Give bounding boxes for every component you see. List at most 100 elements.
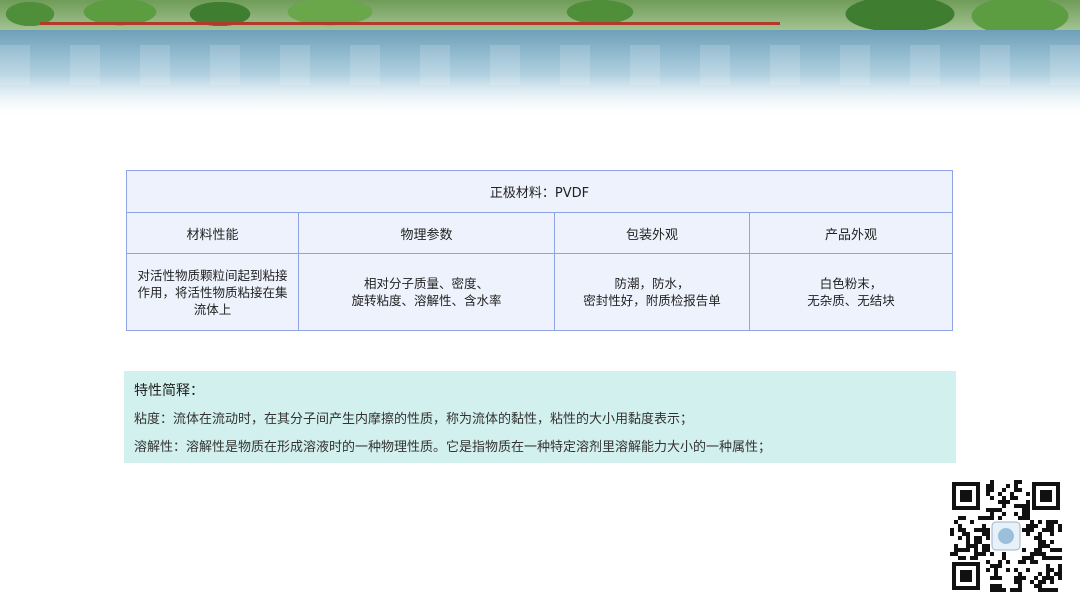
qr-module: [1058, 576, 1062, 580]
qr-module: [1002, 496, 1006, 500]
qr-module: [974, 536, 978, 540]
qr-module: [1038, 544, 1042, 548]
qr-module: [1022, 528, 1026, 532]
qr-module: [970, 556, 974, 560]
qr-module: [1002, 556, 1006, 560]
qr-module: [1014, 568, 1018, 572]
qr-module: [962, 516, 966, 520]
qr-module: [1022, 504, 1026, 508]
table-cell-physical-parameters: 相对分子质量、密度、 旋转粘度、溶解性、含水率: [298, 253, 555, 331]
qr-module: [1026, 528, 1030, 532]
qr-module: [982, 544, 986, 548]
qr-module: [1034, 524, 1038, 528]
cell-line: 作用，将活性物质粘接在集: [137, 284, 288, 300]
qr-module: [1030, 520, 1034, 524]
qr-module: [974, 548, 978, 552]
qr-module: [1046, 564, 1050, 568]
spec-table: 正极材料：PVDF 材料性能 物理参数 包装外观 产品外观 对活性物质颗粒间起到…: [125, 170, 954, 331]
qr-module: [978, 516, 982, 520]
qr-module: [950, 532, 954, 536]
qr-module: [990, 480, 994, 484]
qr-module: [958, 528, 962, 532]
cell-line: 白色粉末，: [819, 276, 883, 291]
qr-module: [1002, 512, 1006, 516]
qr-module: [978, 536, 982, 540]
qr-module: [1050, 588, 1054, 592]
qr-module: [998, 500, 1002, 504]
qr-module: [1042, 552, 1046, 556]
qr-module: [1058, 572, 1062, 576]
qr-module: [990, 576, 994, 580]
qr-module: [1014, 484, 1018, 488]
qr-module: [1022, 556, 1026, 560]
qr-module: [994, 576, 998, 580]
qr-module: [1014, 480, 1018, 484]
qr-module: [1018, 588, 1022, 592]
qr-module: [990, 488, 994, 492]
qr-module: [1038, 572, 1042, 576]
cell-line: 对活性物质颗粒间起到粘接: [137, 267, 288, 283]
qr-module: [1054, 572, 1058, 576]
qr-module: [998, 560, 1002, 564]
qr-module: [958, 548, 962, 552]
qr-module: [1038, 532, 1042, 536]
qr-module: [1050, 568, 1054, 572]
qr-module: [962, 528, 966, 532]
qr-module: [986, 532, 990, 536]
qr-module: [1026, 568, 1030, 572]
qr-module: [1018, 576, 1022, 580]
table-header-cell: 物理参数: [298, 212, 555, 254]
qr-module: [1030, 560, 1034, 564]
qr-module: [998, 588, 1002, 592]
qr-module: [1042, 540, 1046, 544]
qr-module: [974, 556, 978, 560]
qr-module: [990, 552, 994, 556]
table-cell-product-appearance: 白色粉末， 无杂质、无结块: [748, 253, 954, 331]
qr-module: [978, 528, 982, 532]
qr-module: [1006, 500, 1010, 504]
qr-module: [1054, 548, 1058, 552]
cell-line: 相对分子质量、密度、: [363, 276, 489, 291]
qr-module: [1014, 576, 1018, 580]
qr-module: [982, 552, 986, 556]
qr-module: [982, 524, 986, 528]
qr-module: [1014, 580, 1018, 584]
table-title: 正极材料：PVDF: [125, 170, 954, 213]
qr-module: [1026, 492, 1030, 496]
qr-module: [1014, 512, 1018, 516]
qr-module: [1034, 576, 1038, 580]
qr-module: [1058, 524, 1062, 528]
qr-module: [970, 520, 974, 524]
qr-module: [1038, 548, 1042, 552]
qr-module: [1038, 552, 1042, 556]
qr-module: [1046, 572, 1050, 576]
qr-module: [1018, 580, 1022, 584]
qr-module: [1022, 576, 1026, 580]
qr-module: [986, 560, 990, 564]
qr-module: [1050, 540, 1054, 544]
qr-module: [1010, 492, 1014, 496]
qr-module: [990, 588, 994, 592]
qr-module: [1022, 508, 1026, 512]
qr-module: [998, 508, 1002, 512]
qr-module: [1042, 580, 1046, 584]
table-cell-packaging: 防潮，防水， 密封性好，附质检报告单: [554, 253, 750, 331]
qr-module: [1038, 584, 1042, 588]
qr-module: [1010, 588, 1014, 592]
qr-code-graphic: [950, 480, 1062, 592]
qr-module: [1058, 556, 1062, 560]
qr-module: [1018, 480, 1022, 484]
qr-module: [986, 568, 990, 572]
qr-module: [990, 484, 994, 488]
qr-module: [1046, 520, 1050, 524]
qr-module: [1050, 548, 1054, 552]
qr-module: [1038, 588, 1042, 592]
qr-module: [1030, 556, 1034, 560]
qr-module: [986, 536, 990, 540]
qr-module: [1022, 516, 1026, 520]
qr-module: [1050, 576, 1054, 580]
qr-module: [986, 484, 990, 488]
qr-module: [958, 516, 962, 520]
qr-module: [1030, 580, 1034, 584]
qr-module: [1034, 560, 1038, 564]
